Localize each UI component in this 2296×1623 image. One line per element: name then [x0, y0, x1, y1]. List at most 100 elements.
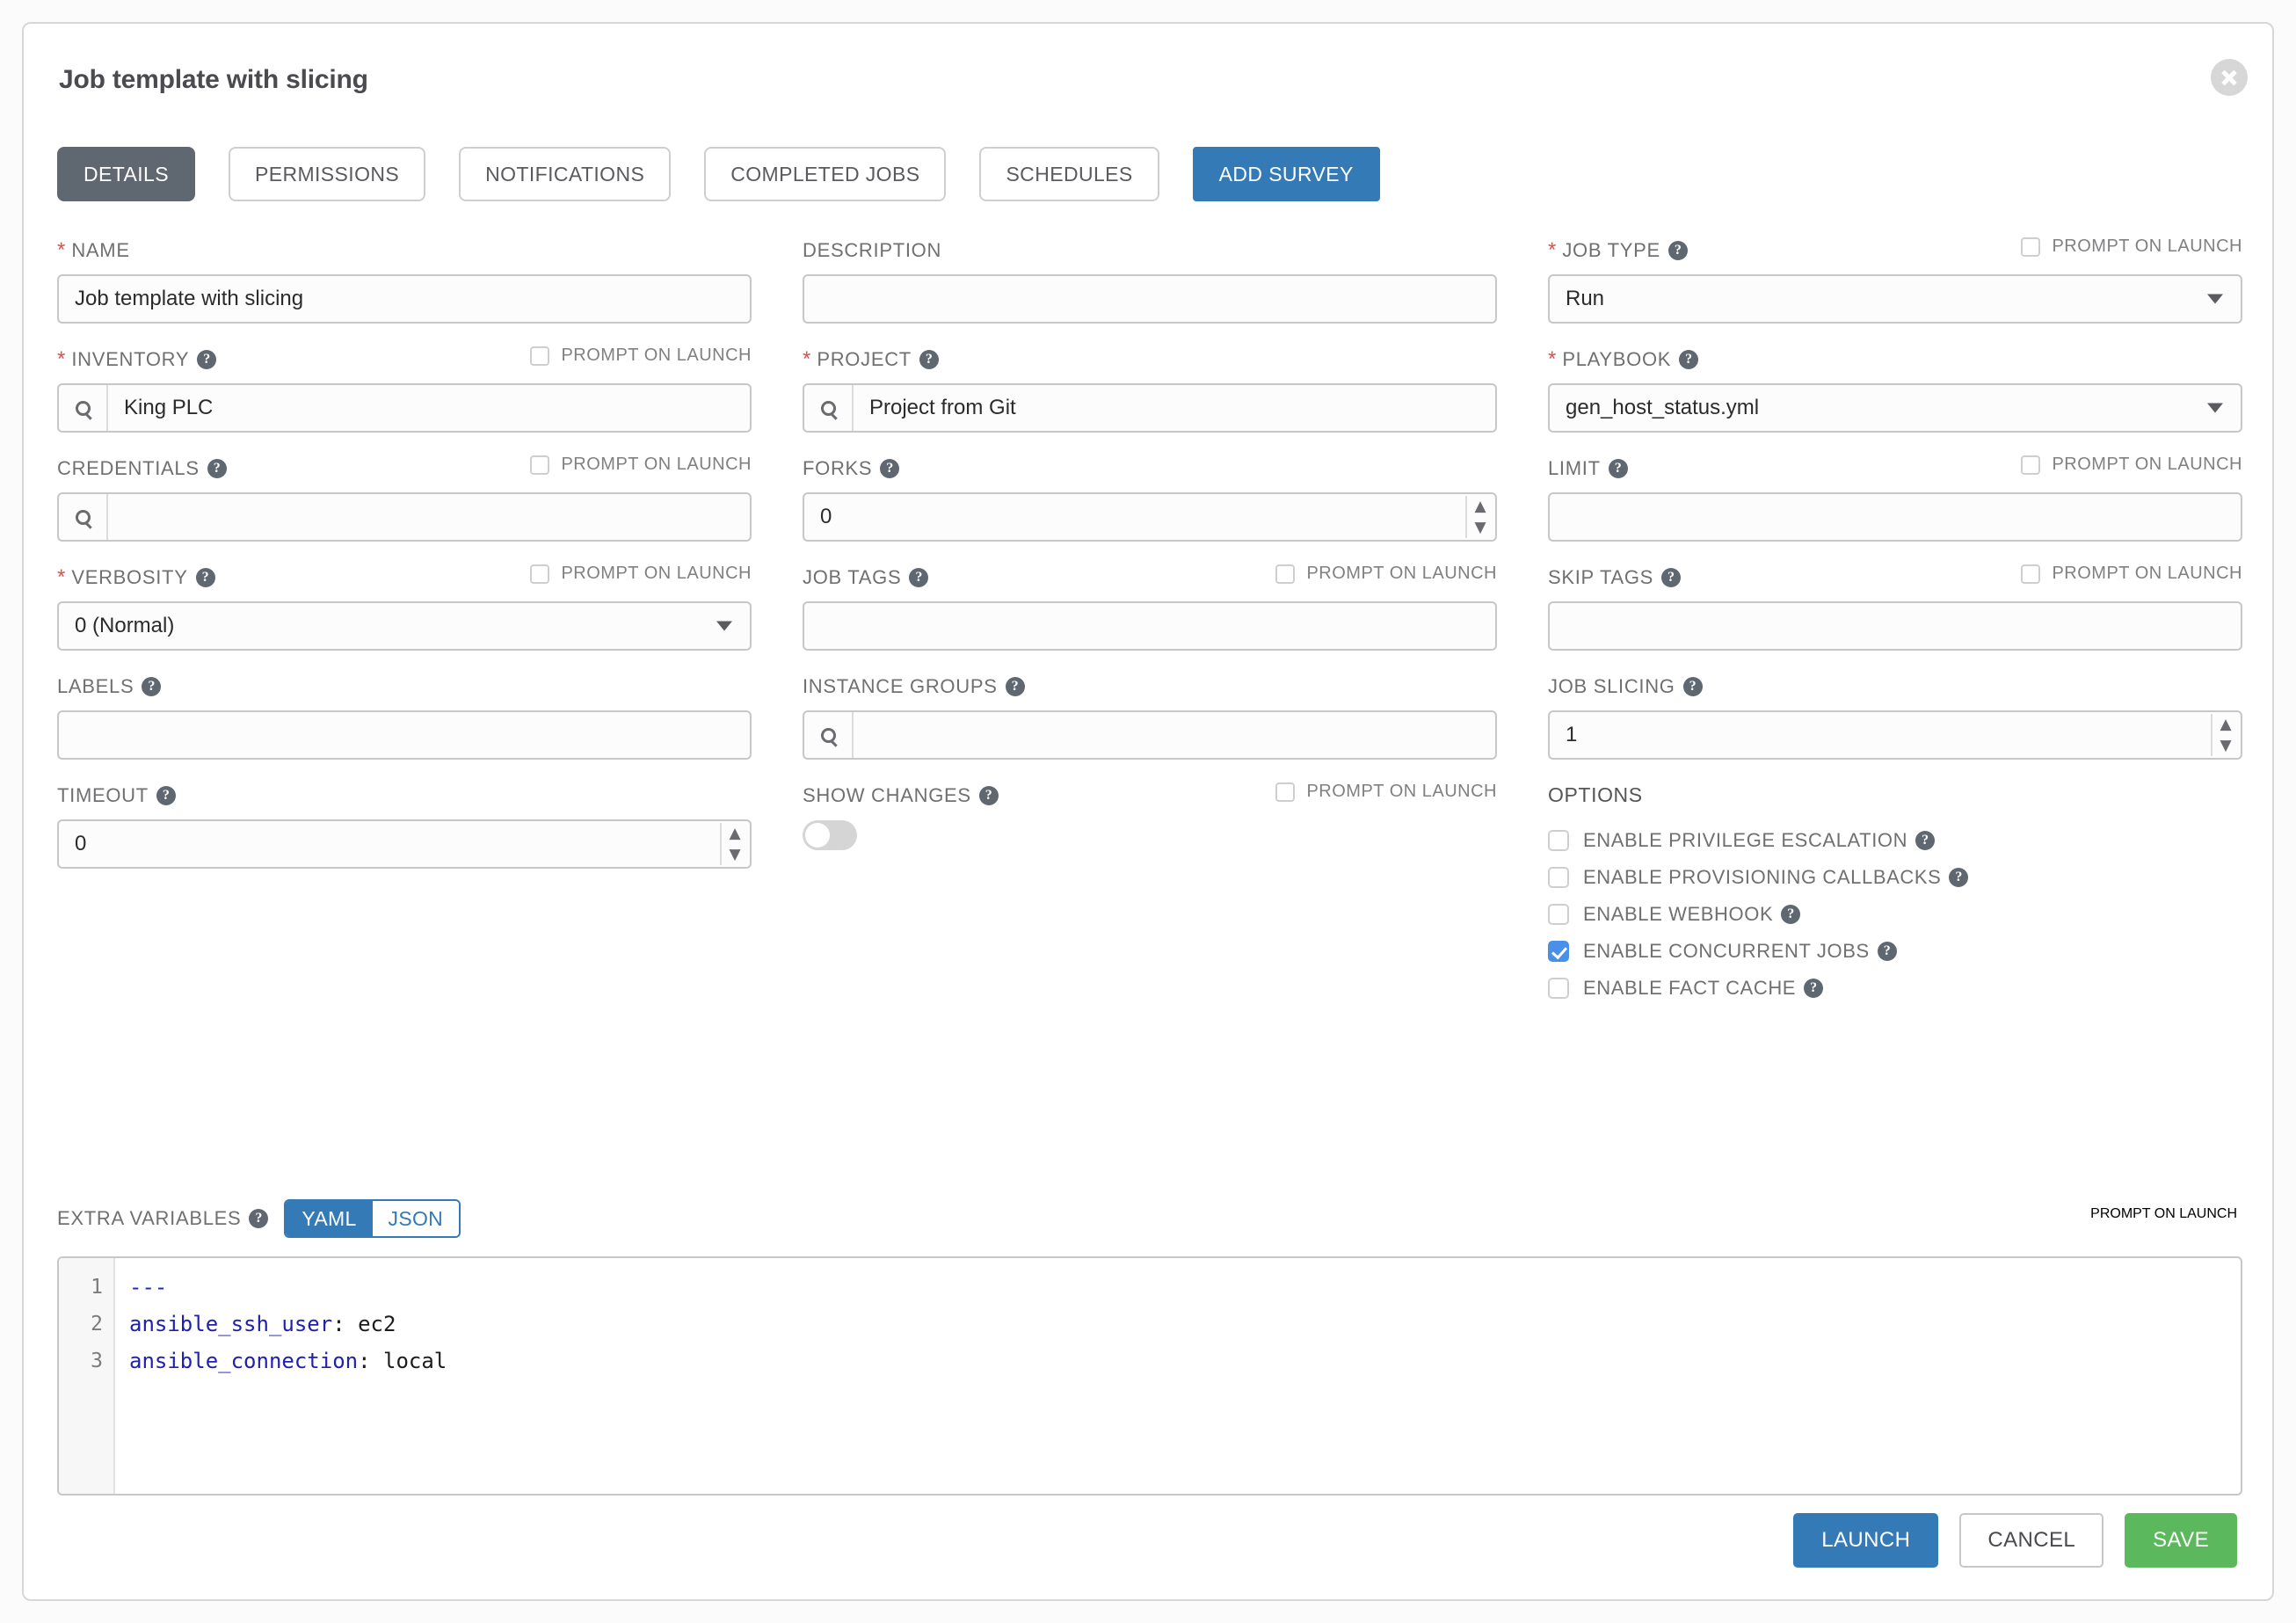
forks-stepper[interactable]: ▲ ▼	[1465, 496, 1493, 538]
form-row-2: * INVENTORY ? PROMPT ON LAUNCH King PLC	[57, 344, 2242, 453]
limit-input[interactable]	[1548, 492, 2242, 542]
prompt-on-launch-inventory[interactable]: PROMPT ON LAUNCH	[530, 346, 752, 366]
prompt-on-launch-verbosity[interactable]: PROMPT ON LAUNCH	[530, 564, 752, 584]
prompt-on-launch-credentials[interactable]: PROMPT ON LAUNCH	[530, 455, 752, 475]
stepper-up-icon[interactable]: ▲	[722, 823, 748, 844]
stepper-up-icon[interactable]: ▲	[1467, 496, 1493, 517]
help-icon[interactable]: ?	[880, 459, 900, 478]
job-slicing-stepper[interactable]: ▲ ▼	[2211, 714, 2239, 756]
inventory-input[interactable]: King PLC	[57, 383, 752, 433]
timeout-stepper[interactable]: ▲ ▼	[720, 823, 748, 865]
show-changes-toggle[interactable]	[803, 820, 857, 850]
credentials-input[interactable]	[57, 492, 752, 542]
stepper-up-icon[interactable]: ▲	[2212, 714, 2239, 735]
help-icon[interactable]: ?	[249, 1209, 269, 1228]
option-checkbox[interactable]	[1548, 941, 1569, 962]
help-icon[interactable]: ?	[978, 786, 999, 805]
prompt-on-launch-label: PROMPT ON LAUNCH	[2052, 237, 2242, 256]
option-checkbox[interactable]	[1548, 904, 1569, 925]
option-enable-privilege-escalation[interactable]: ENABLE PRIVILEGE ESCALATION ?	[1548, 822, 2242, 859]
prompt-on-launch-checkbox[interactable]	[1275, 564, 1296, 584]
help-icon[interactable]: ?	[195, 568, 215, 587]
skip-tags-input[interactable]	[1548, 601, 2242, 651]
tab-details[interactable]: DETAILS	[57, 147, 195, 201]
prompt-on-launch-limit[interactable]: PROMPT ON LAUNCH	[2021, 455, 2242, 475]
help-icon[interactable]: ?	[1668, 241, 1688, 260]
save-button[interactable]: SAVE	[2125, 1513, 2237, 1568]
prompt-on-launch-extra-variables[interactable]: PROMPT ON LAUNCH	[2078, 1206, 2237, 1222]
playbook-select[interactable]: gen_host_status.yml	[1548, 383, 2242, 433]
help-icon[interactable]: ?	[1877, 942, 1897, 961]
verbosity-select[interactable]: 0 (Normal)	[57, 601, 752, 651]
help-icon[interactable]: ?	[1949, 868, 1969, 887]
project-input[interactable]: Project from Git	[803, 383, 1497, 433]
help-icon[interactable]: ?	[142, 677, 162, 696]
help-icon[interactable]: ?	[207, 459, 227, 478]
help-icon[interactable]: ?	[1781, 905, 1801, 924]
extra-variables-editor[interactable]: 1 2 3 --- ansible_ssh_user: ec2 ansible_…	[57, 1256, 2242, 1496]
cancel-button[interactable]: CANCEL	[1959, 1513, 2104, 1568]
prompt-on-launch-checkbox[interactable]	[2021, 564, 2041, 584]
prompt-on-launch-job-tags[interactable]: PROMPT ON LAUNCH	[1275, 564, 1497, 584]
prompt-on-launch-job-type[interactable]: PROMPT ON LAUNCH	[2021, 237, 2242, 257]
help-icon[interactable]: ?	[1661, 568, 1682, 587]
help-icon[interactable]: ?	[1915, 831, 1936, 850]
option-enable-provisioning-callbacks[interactable]: ENABLE PROVISIONING CALLBACKS ?	[1548, 859, 2242, 896]
description-input[interactable]	[803, 274, 1497, 324]
help-icon[interactable]: ?	[919, 350, 939, 369]
add-survey-button[interactable]: ADD SURVEY	[1192, 147, 1380, 201]
timeout-input[interactable]: 0 ▲ ▼	[57, 819, 752, 869]
help-icon[interactable]: ?	[909, 568, 929, 587]
option-checkbox[interactable]	[1548, 830, 1569, 851]
stepper-down-icon[interactable]: ▼	[1467, 517, 1493, 538]
job-slicing-value: 1	[1566, 723, 1578, 746]
launch-button[interactable]: LAUNCH	[1793, 1513, 1939, 1568]
field-verbosity: * VERBOSITY ? PROMPT ON LAUNCH 0 (Normal…	[57, 562, 752, 651]
job-slicing-input[interactable]: 1 ▲ ▼	[1548, 710, 2242, 760]
chevron-down-icon[interactable]	[716, 621, 732, 631]
job-type-select[interactable]: Run	[1548, 274, 2242, 324]
job-tags-input[interactable]	[803, 601, 1497, 651]
format-yaml-button[interactable]: YAML	[286, 1201, 373, 1236]
option-enable-concurrent-jobs[interactable]: ENABLE CONCURRENT JOBS ?	[1548, 933, 2242, 970]
labels-input[interactable]	[57, 710, 752, 760]
help-icon[interactable]: ?	[1804, 979, 1824, 998]
forks-input[interactable]: 0 ▲ ▼	[803, 492, 1497, 542]
prompt-on-launch-show-changes[interactable]: PROMPT ON LAUNCH	[1275, 782, 1497, 802]
stepper-down-icon[interactable]: ▼	[2212, 735, 2239, 756]
tab-completed-jobs[interactable]: COMPLETED JOBS	[704, 147, 947, 201]
help-icon[interactable]: ?	[197, 350, 217, 369]
format-json-button[interactable]: JSON	[372, 1201, 460, 1236]
chevron-down-icon[interactable]	[2207, 403, 2223, 413]
help-icon[interactable]: ?	[1608, 459, 1628, 478]
option-enable-fact-cache[interactable]: ENABLE FACT CACHE ?	[1548, 970, 2242, 1007]
close-icon[interactable]	[2211, 59, 2248, 96]
option-enable-webhook[interactable]: ENABLE WEBHOOK ?	[1548, 896, 2242, 933]
option-checkbox[interactable]	[1548, 978, 1569, 999]
search-icon[interactable]	[804, 712, 854, 758]
tab-notifications[interactable]: NOTIFICATIONS	[459, 147, 672, 201]
prompt-on-launch-checkbox[interactable]	[530, 455, 550, 475]
prompt-on-launch-skip-tags[interactable]: PROMPT ON LAUNCH	[2021, 564, 2242, 584]
prompt-on-launch-checkbox[interactable]	[2021, 455, 2041, 475]
prompt-on-launch-checkbox[interactable]	[2021, 237, 2041, 257]
tab-schedules[interactable]: SCHEDULES	[979, 147, 1159, 201]
search-icon[interactable]	[59, 494, 108, 540]
instance-groups-input[interactable]	[803, 710, 1497, 760]
help-icon[interactable]: ?	[156, 786, 176, 805]
prompt-on-launch-checkbox[interactable]	[1275, 782, 1296, 802]
prompt-on-launch-checkbox[interactable]	[530, 346, 550, 366]
help-icon[interactable]: ?	[1005, 677, 1025, 696]
tab-permissions[interactable]: PERMISSIONS	[228, 147, 426, 201]
option-checkbox[interactable]	[1548, 867, 1569, 888]
search-icon[interactable]	[804, 385, 854, 431]
chevron-down-icon[interactable]	[2207, 294, 2223, 304]
search-icon[interactable]	[59, 385, 108, 431]
editor-code-area[interactable]: --- ansible_ssh_user: ec2 ansible_connec…	[115, 1258, 2241, 1494]
field-inventory: * INVENTORY ? PROMPT ON LAUNCH King PLC	[57, 344, 752, 433]
help-icon[interactable]: ?	[1679, 350, 1699, 369]
stepper-down-icon[interactable]: ▼	[722, 844, 748, 865]
help-icon[interactable]: ?	[1682, 677, 1703, 696]
prompt-on-launch-checkbox[interactable]	[530, 564, 550, 584]
name-input[interactable]: Job template with slicing	[57, 274, 752, 324]
